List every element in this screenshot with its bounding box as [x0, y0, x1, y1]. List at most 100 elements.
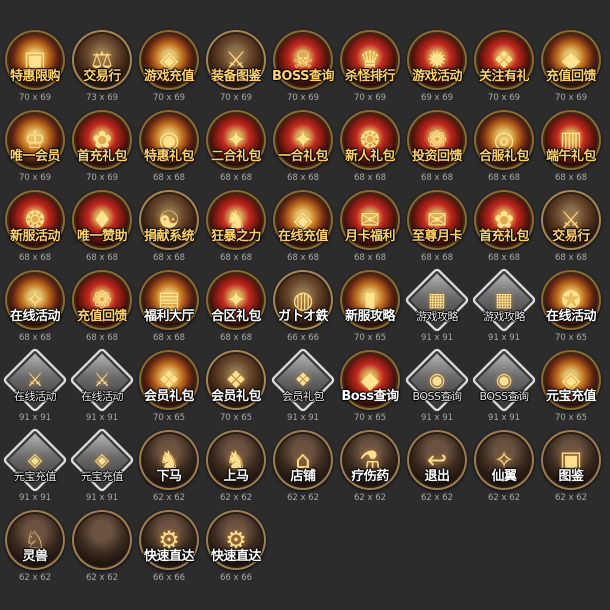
icon-tile[interactable]: ❖ 会员礼包 91 x 91	[269, 346, 337, 426]
icon-label: 端午礼包	[545, 149, 597, 164]
icon-tile[interactable]: ❁ 投资回馈 68 x 68	[404, 110, 470, 186]
icon-dimensions: 62 x 62	[487, 493, 521, 503]
icon-label: 唯一会员	[9, 149, 61, 164]
icon-label: 首充礼包	[478, 229, 530, 244]
icon-tile[interactable]: ☯ 捐献系统 68 x 68	[136, 190, 202, 266]
icon-tile[interactable]: ❂ 新人礼包 68 x 68	[337, 110, 403, 186]
icon-dimensions: 91 x 91	[286, 413, 320, 423]
icon-label: 下马	[156, 469, 182, 484]
icon-tile[interactable]: ✿ 首充礼包 70 x 69	[69, 110, 135, 186]
icon-dimensions: 68 x 68	[554, 253, 588, 263]
icon-label: 退出	[424, 469, 450, 484]
icon-tile[interactable]: ◆ Boss查询 70 x 65	[337, 350, 403, 426]
icon-tile[interactable]: ⌂ 店铺 62 x 62	[270, 430, 336, 506]
icon-label: 合服礼包	[478, 149, 530, 164]
icon-tile[interactable]: ☠ BOSS查询 70 x 69	[270, 30, 336, 106]
icon-tile[interactable]: ◉ 特惠礼包 68 x 68	[136, 110, 202, 186]
icon-dimensions: 70 x 69	[353, 93, 387, 103]
icon-tile[interactable]: ◈ 元宝充值 70 x 65	[538, 350, 604, 426]
icon-tile[interactable]: ⚙ 快速直达 66 x 66	[203, 510, 269, 586]
icon-dimensions: 68 x 68	[286, 253, 320, 263]
icon-tile[interactable]: ⚖ 交易行 73 x 69	[69, 30, 135, 106]
icon-tile[interactable]: ✪ 在线活动 70 x 65	[538, 270, 604, 346]
icon-tile[interactable]: ♞ 狂暴之力 68 x 68	[203, 190, 269, 266]
icon-tile[interactable]: ▥ 端午礼包 68 x 68	[538, 110, 604, 186]
icon-label: 疗伤药	[351, 469, 389, 484]
icon-tile[interactable]: ♔ 唯一会员 70 x 69	[2, 110, 68, 186]
icon-label: 投资回馈	[411, 149, 463, 164]
icon-tile[interactable]: ❖ 会员礼包 70 x 65	[136, 350, 202, 426]
icon-tile[interactable]: ◈ 游戏充值 70 x 69	[136, 30, 202, 106]
icon-tile[interactable]: ✦ 合区礼包 68 x 68	[203, 270, 269, 346]
icon-label: 游戏攻略	[483, 310, 526, 323]
icon-tile[interactable]: ✉ 至尊月卡 68 x 68	[404, 190, 470, 266]
icon-tile[interactable]: 62 x 62	[69, 510, 135, 586]
icon-dimensions: 62 x 62	[420, 493, 454, 503]
icon-dimensions: 62 x 62	[152, 493, 186, 503]
icon-tile[interactable]: ✉ 月卡福利 68 x 68	[337, 190, 403, 266]
icon-tile[interactable]: ❁ 充值回馈 68 x 68	[69, 270, 135, 346]
icon-tile[interactable]: ✧ 仙翼 62 x 62	[471, 430, 537, 506]
icon-tile[interactable]: ▤ 福利大厅 68 x 68	[136, 270, 202, 346]
icon-label: 快速直达	[143, 549, 195, 564]
icon-label: 新人礼包	[344, 149, 396, 164]
icon-tile[interactable]: ✦ 一合礼包 68 x 68	[270, 110, 336, 186]
icon-tile[interactable]: ❖ 关注有礼 70 x 69	[471, 30, 537, 106]
icon-tile[interactable]: ♘ 灵兽 62 x 62	[2, 510, 68, 586]
icon-tile[interactable]: ❂ 新服活动 68 x 68	[2, 190, 68, 266]
icon-emblem-icon	[72, 510, 132, 570]
icon-label: 图鉴	[558, 469, 584, 484]
icon-tile[interactable]: ⚙ 快速直达 66 x 66	[136, 510, 202, 586]
icon-tile[interactable]: ◈ 元宝充值 91 x 91	[1, 426, 69, 506]
icon-dimensions: 70 x 65	[554, 333, 588, 343]
icon-label: 福利大厅	[143, 309, 195, 324]
icon-tile[interactable]: ◈ 元宝充值 91 x 91	[68, 426, 136, 506]
icon-dimensions: 91 x 91	[18, 493, 52, 503]
icon-tile[interactable]: ♦ 唯一赞助 68 x 68	[69, 190, 135, 266]
icon-tile[interactable]: ▣ 特惠限购 70 x 69	[2, 30, 68, 106]
icon-tile[interactable]: ◉ BOSS查询 91 x 91	[470, 346, 538, 426]
icon-tile[interactable]: ▦ 游戏攻略 91 x 91	[470, 266, 538, 346]
icon-tile[interactable]: ⚔ 交易行 68 x 68	[538, 190, 604, 266]
icon-dimensions: 70 x 65	[353, 333, 387, 343]
icon-tile[interactable]: ◉ BOSS查询 91 x 91	[403, 346, 471, 426]
icon-tile[interactable]: ⚔ 在线活动 91 x 91	[68, 346, 136, 426]
icon-label: 关注有礼	[478, 69, 530, 84]
icon-tile[interactable]: ♛ 杀怪排行 70 x 69	[337, 30, 403, 106]
icon-label: 上马	[223, 469, 249, 484]
icon-label: 特惠礼包	[143, 149, 195, 164]
icon-dimensions: 62 x 62	[18, 573, 52, 583]
icon-tile[interactable]: ▦ 游戏攻略 91 x 91	[403, 266, 471, 346]
icon-dimensions: 68 x 68	[353, 253, 387, 263]
icon-tile[interactable]: ✿ 首充礼包 68 x 68	[471, 190, 537, 266]
icon-tile[interactable]: ↩ 退出 62 x 62	[404, 430, 470, 506]
icon-dimensions: 68 x 68	[85, 333, 119, 343]
icon-dimensions: 70 x 65	[152, 413, 186, 423]
icon-label: 合区礼包	[210, 309, 262, 324]
icon-tile[interactable]: ⚔ 装备图鉴 70 x 69	[203, 30, 269, 106]
icon-tile[interactable]: ♞ 下马 62 x 62	[136, 430, 202, 506]
icon-tile[interactable]: ▮ 新服攻略 70 x 65	[337, 270, 403, 346]
icon-tile[interactable]: ✧ 在线活动 68 x 68	[2, 270, 68, 346]
icon-tile[interactable]: ◈ 在线充值 68 x 68	[270, 190, 336, 266]
icon-tile[interactable]: ♞ 上马 62 x 62	[203, 430, 269, 506]
icon-tile[interactable]: ▣ 图鉴 62 x 62	[538, 430, 604, 506]
icon-label: 二合礼包	[210, 149, 262, 164]
icon-dimensions: 70 x 65	[219, 413, 253, 423]
icon-tile[interactable]: ◎ 合服礼包 68 x 68	[471, 110, 537, 186]
icon-label: 交易行	[83, 69, 121, 84]
icon-dimensions: 68 x 68	[219, 333, 253, 343]
icon-dimensions: 62 x 62	[286, 493, 320, 503]
icon-dimensions: 70 x 69	[219, 93, 253, 103]
icon-tile[interactable]: ✹ 游戏活动 69 x 69	[404, 30, 470, 106]
icon-dimensions: 68 x 68	[152, 333, 186, 343]
icon-dimensions: 91 x 91	[85, 493, 119, 503]
icon-tile[interactable]: ◆ 充值回馈 70 x 69	[538, 30, 604, 106]
icon-tile[interactable]: ❖ 会员礼包 70 x 65	[203, 350, 269, 426]
icon-tile[interactable]: ⚗ 疗伤药 62 x 62	[337, 430, 403, 506]
icon-dimensions: 68 x 68	[219, 173, 253, 183]
icon-tile[interactable]: ⚔ 在线活动 91 x 91	[1, 346, 69, 426]
icon-tile[interactable]: ◍ ガ卜オ鉄 66 x 66	[270, 270, 336, 346]
icon-tile[interactable]: ✦ 二合礼包 68 x 68	[203, 110, 269, 186]
icon-label: 特惠限购	[9, 69, 61, 84]
